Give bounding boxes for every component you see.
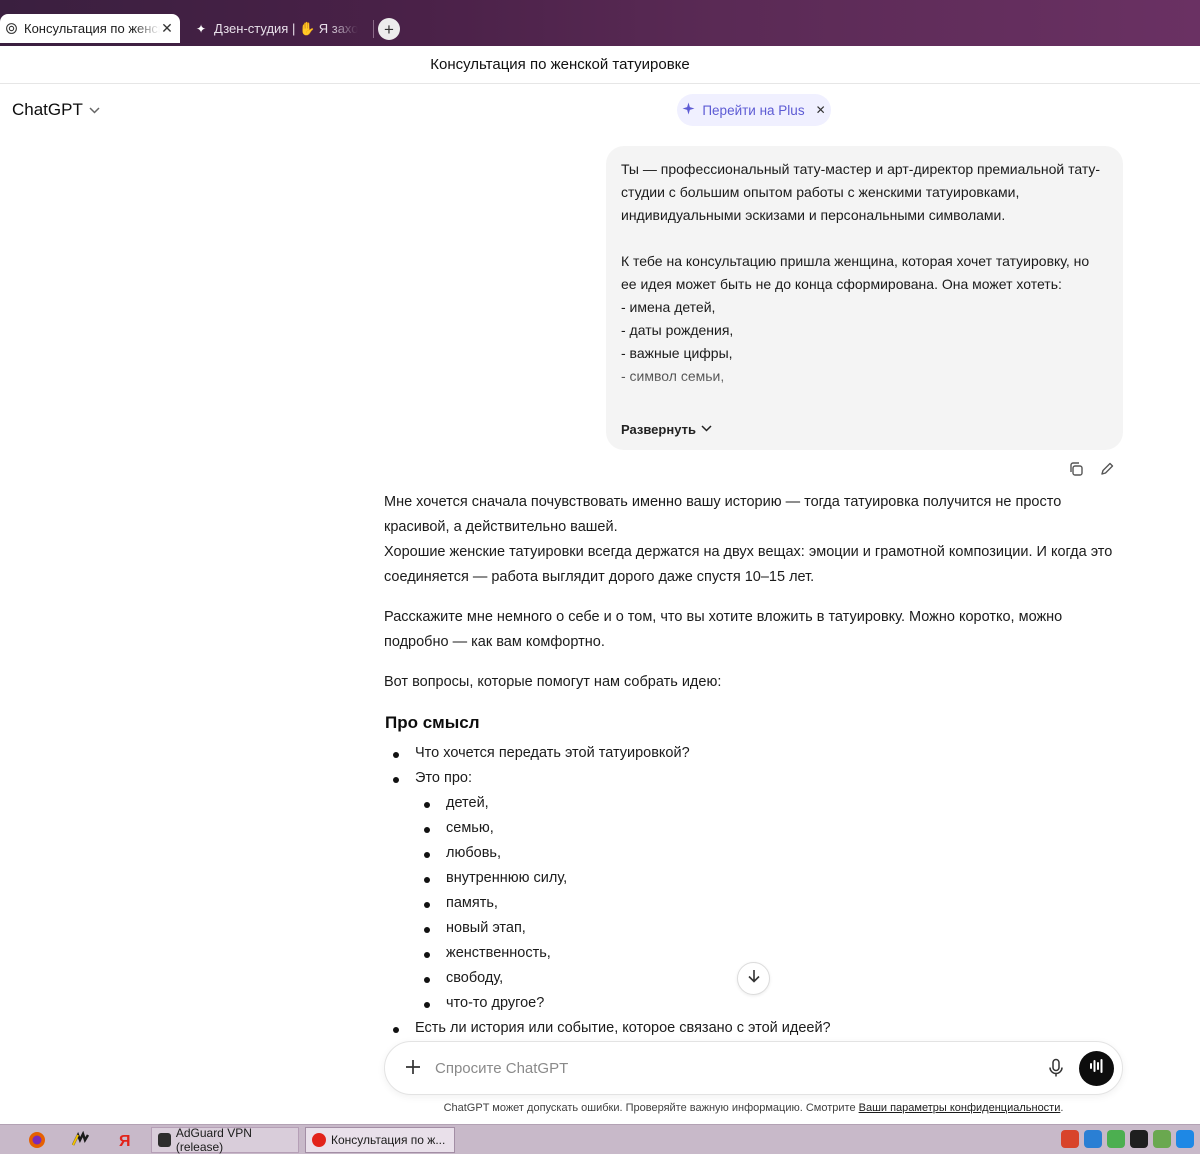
tab-title: Консультация по женской татуировке [24, 21, 160, 36]
adguard-icon [158, 1133, 171, 1147]
sub-list-item: женственность, [415, 941, 1124, 966]
message-actions [1067, 460, 1116, 478]
tab-title: Дзен-студия | ✋ Я захотела [214, 20, 358, 36]
disclaimer: ChatGPT может допускать ошибки. Проверяй… [384, 1102, 1123, 1114]
sub-list-item: семью, [415, 816, 1124, 841]
sub-list-item: любовь, [415, 841, 1124, 866]
privacy-settings-link[interactable]: Ваши параметры конфиденциальности [859, 1102, 1061, 1114]
scroll-to-bottom-button[interactable] [737, 962, 770, 995]
upgrade-plus-button[interactable]: Перейти на Plus ✕ [677, 94, 831, 126]
disclaimer-text: ChatGPT может допускать ошибки. Проверяй… [443, 1102, 859, 1114]
sub-list-item: внутреннюю силу, [415, 866, 1124, 891]
tray-app-icon[interactable] [1176, 1130, 1194, 1148]
user-line: - символ семьи, [621, 368, 725, 384]
cloud-icon[interactable] [1084, 1130, 1102, 1148]
answer-paragraph: Мне хочется сначала почувствовать именно… [384, 490, 1124, 590]
user-line: - важные цифры, [621, 345, 733, 361]
browser-tab-active[interactable]: Консультация по женской татуировке ✕ [0, 14, 180, 43]
answer-line: Хорошие женские татуировки всегда держат… [384, 544, 1113, 585]
user-line: - даты рождения, [621, 322, 734, 338]
answer-line: Мне хочется сначала почувствовать именно… [384, 494, 1062, 535]
yandex-icon [312, 1133, 326, 1147]
sparkle-icon [682, 102, 695, 118]
close-icon[interactable]: ✕ [816, 103, 826, 117]
add-attachment-button[interactable] [403, 1057, 423, 1077]
composer [384, 1041, 1123, 1095]
tray-app-icon[interactable] [1061, 1130, 1079, 1148]
expand-button[interactable]: Развернуть [621, 418, 712, 441]
prompt-input[interactable] [435, 1056, 995, 1080]
tab-divider [373, 20, 374, 38]
browser-tab[interactable]: ✦ Дзен-студия | ✋ Я захотела [186, 14, 366, 43]
user-message-text: Ты — профессиональный тату-мастер и арт-… [621, 158, 1108, 410]
browser-tab-strip: Консультация по женской татуировке ✕ ✦ Д… [0, 0, 1200, 46]
yandex-browser-icon[interactable]: Я [116, 1131, 134, 1150]
section-heading: Про смысл [385, 713, 480, 732]
question-list: Что хочется передать этой татуировкой? Э… [384, 741, 1124, 1041]
answer-paragraph: Вот вопросы, которые помогут нам собрать… [384, 674, 722, 690]
sparkle-icon: ✦ [195, 21, 207, 36]
microphone-icon[interactable] [1047, 1058, 1065, 1078]
assistant-message: Мне хочется сначала почувствовать именно… [384, 490, 1124, 1041]
window-title-bar: Консультация по женской татуировке [0, 46, 1200, 84]
model-picker[interactable]: ChatGPT [12, 100, 100, 120]
chevron-down-icon [701, 418, 712, 441]
user-line: - имена детей, [621, 299, 716, 315]
firefox-icon[interactable] [28, 1131, 46, 1149]
upgrade-label: Перейти на Plus [702, 102, 805, 118]
waveform-icon [1089, 1059, 1105, 1078]
system-tray [1061, 1130, 1194, 1148]
list-item-label: Это про: [415, 770, 473, 786]
answer-paragraph: Расскажите мне немного о себе и о том, ч… [384, 609, 1063, 650]
model-name: ChatGPT [12, 100, 83, 119]
close-tab-icon[interactable]: ✕ [160, 20, 174, 37]
chevron-down-icon [89, 105, 100, 117]
list-item: Что хочется передать этой татуировкой? [384, 741, 1124, 766]
taskbar-app-adguard[interactable]: AdGuard VPN (release) [151, 1126, 299, 1154]
new-tab-button[interactable]: + [378, 18, 400, 40]
user-paragraph: К тебе на консультацию пришла женщина, к… [621, 253, 1090, 292]
user-paragraph: Ты — профессиональный тату-мастер и арт-… [621, 161, 1101, 223]
sub-list-item: что-то другое? [415, 991, 1124, 1016]
taskbar-app-browser[interactable]: Консультация по ж... [305, 1127, 455, 1153]
svg-text:Я: Я [119, 1133, 131, 1149]
taskbar-app-label: Консультация по ж... [331, 1133, 446, 1147]
chatgpt-icon [4, 22, 18, 36]
taskbar-app-label: AdGuard VPN (release) [175, 1126, 252, 1154]
disclaimer-period: . [1060, 1102, 1064, 1114]
copy-icon[interactable] [1067, 460, 1085, 478]
tray-app-icon[interactable] [1130, 1130, 1148, 1148]
edit-icon[interactable] [1098, 460, 1116, 478]
sub-list-item: память, [415, 891, 1124, 916]
user-message-bubble: Ты — профессиональный тату-мастер и арт-… [606, 146, 1123, 450]
arrow-down-icon [747, 969, 761, 988]
voice-mode-button[interactable] [1079, 1051, 1114, 1086]
sub-list-item: детей, [415, 791, 1124, 816]
sub-list-item: новый этап, [415, 916, 1124, 941]
expand-label: Развернуть [621, 422, 696, 437]
window-title: Консультация по женской татуировке [430, 56, 690, 73]
os-taskbar: Я AdGuard VPN (release) Консультация по … [0, 1124, 1200, 1154]
tray-app-icon[interactable] [1153, 1130, 1171, 1148]
miro-icon[interactable] [71, 1130, 90, 1149]
tray-app-icon[interactable] [1107, 1130, 1125, 1148]
